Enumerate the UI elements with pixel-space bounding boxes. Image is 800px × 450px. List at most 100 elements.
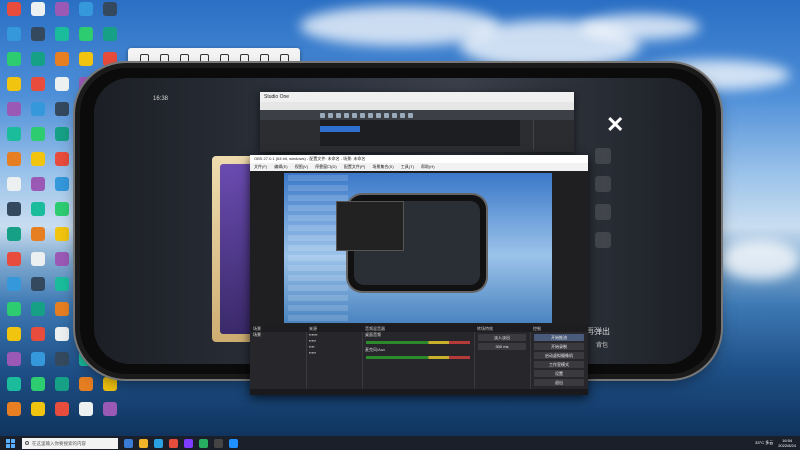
obs-menu-item[interactable]: 场景集合(S) <box>372 164 393 169</box>
desktop-app-icon[interactable] <box>2 102 26 116</box>
desktop-app-icon[interactable] <box>26 377 50 391</box>
editor-menubar[interactable] <box>260 102 574 110</box>
screenshot-toolbar[interactable] <box>128 48 300 68</box>
source-item[interactable]: ▪▪▪▪▪ <box>306 350 362 356</box>
desktop-app-icon[interactable] <box>50 2 74 16</box>
desktop-app-icon[interactable] <box>2 2 26 16</box>
obs-menu-item[interactable]: 帮助(H) <box>421 164 435 169</box>
close-icon[interactable]: ✕ <box>606 112 624 138</box>
obs-menu-item[interactable]: 视图(V) <box>295 164 308 169</box>
transition-select[interactable]: 淡入淡出 <box>478 334 526 341</box>
virtual-camera-button[interactable]: 启动虚拟摄像机 <box>534 352 584 359</box>
desktop-app-icon[interactable] <box>50 52 74 66</box>
exit-button[interactable]: 退出 <box>534 379 584 386</box>
desktop-app-icon[interactable] <box>2 177 26 191</box>
desktop-app-icon[interactable] <box>26 202 50 216</box>
desktop-app-icon[interactable] <box>50 227 74 241</box>
settings-button[interactable]: 设置 <box>534 370 584 377</box>
desktop-app-icon[interactable] <box>50 177 74 191</box>
desktop-app-icon[interactable] <box>26 352 50 366</box>
desktop-app-icon[interactable] <box>26 302 50 316</box>
desktop-app-icon[interactable] <box>50 377 74 391</box>
desktop-app-icon[interactable] <box>50 152 74 166</box>
duration-field[interactable]: 300 ms <box>478 343 526 350</box>
desktop-app-icon[interactable] <box>26 127 50 141</box>
desktop-app-icon[interactable] <box>50 252 74 266</box>
task-view-icon[interactable] <box>124 438 133 448</box>
start-button[interactable] <box>4 437 16 449</box>
obs-menu-item[interactable]: 停靠窗口(D) <box>315 164 337 169</box>
cart-icon[interactable] <box>279 53 289 63</box>
taskbar-search[interactable]: 在这里输入你要搜索的内容 <box>22 437 118 449</box>
scene-item[interactable]: 场景 <box>250 332 306 338</box>
obs-menu-item[interactable]: 工具(T) <box>401 164 414 169</box>
desktop-app-icon[interactable] <box>2 127 26 141</box>
editor-toolbar[interactable] <box>260 110 574 120</box>
desktop-app-icon[interactable] <box>74 52 98 66</box>
obs-window[interactable]: OBS 27.0.1 (64 bit, windows) - 配置文件: 未命名… <box>250 155 588 395</box>
desktop-app-icon[interactable] <box>98 27 122 41</box>
obs-preview[interactable] <box>284 173 552 323</box>
camera-icon[interactable] <box>159 53 169 63</box>
desktop-app-icon[interactable] <box>74 2 98 16</box>
weather-text[interactable]: 33°C 多云 <box>755 440 773 446</box>
desktop-app-icon[interactable] <box>26 402 50 416</box>
obs-menubar[interactable]: 文件(F) 编辑(E) 视图(V) 停靠窗口(D) 配置文件(P) 场景集合(S… <box>250 163 588 171</box>
desktop-app-icon[interactable] <box>98 402 122 416</box>
desktop-app-icon[interactable] <box>50 302 74 316</box>
desktop-app-icon[interactable] <box>26 227 50 241</box>
start-streaming-button[interactable]: 开始推流 <box>534 334 584 341</box>
obs-menu-item[interactable]: 文件(F) <box>254 164 267 169</box>
studio-mode-button[interactable]: 工作室模式 <box>534 361 584 368</box>
desktop-app-icon[interactable] <box>50 102 74 116</box>
desktop-app-icon[interactable] <box>2 202 26 216</box>
desktop-app-icon[interactable] <box>2 252 26 266</box>
desktop-app-icon[interactable] <box>98 2 122 16</box>
start-recording-button[interactable]: 开始录制 <box>534 343 584 350</box>
obs-menu-item[interactable]: 配置文件(P) <box>344 164 365 169</box>
desktop-app-icon[interactable] <box>50 277 74 291</box>
edge-icon[interactable] <box>154 438 163 448</box>
clock[interactable]: 16:54 2022/8/24 <box>778 438 796 448</box>
desktop-app-icon[interactable] <box>2 152 26 166</box>
desktop-app-icon[interactable] <box>2 377 26 391</box>
desktop-app-icon[interactable] <box>2 227 26 241</box>
desktop-app-icon[interactable] <box>26 152 50 166</box>
desktop-app-icon[interactable] <box>50 127 74 141</box>
crop-icon[interactable] <box>139 53 149 63</box>
screen-icon[interactable] <box>199 53 209 63</box>
desktop-app-icon[interactable] <box>2 77 26 91</box>
desktop-app-icon[interactable] <box>2 402 26 416</box>
desktop-app-icon[interactable] <box>74 27 98 41</box>
desktop-app-icon[interactable] <box>2 302 26 316</box>
volume-meter[interactable] <box>366 356 470 359</box>
desktop-app-icon[interactable] <box>50 77 74 91</box>
desktop-app-icon[interactable] <box>26 252 50 266</box>
desktop-app-icon[interactable] <box>74 377 98 391</box>
record-icon[interactable] <box>239 53 249 63</box>
desktop-app-icon[interactable] <box>26 102 50 116</box>
app-icon[interactable] <box>169 438 178 448</box>
app-icon[interactable] <box>184 438 193 448</box>
desktop-app-icon[interactable] <box>2 277 26 291</box>
file-explorer-icon[interactable] <box>139 438 148 448</box>
editor-timeline[interactable] <box>320 120 520 146</box>
desktop-app-icon[interactable] <box>2 327 26 341</box>
app-icon[interactable] <box>229 438 238 448</box>
volume-meter[interactable] <box>366 341 470 344</box>
app-icon[interactable] <box>199 438 208 448</box>
desktop-app-icon[interactable] <box>26 2 50 16</box>
desktop-app-icon[interactable] <box>26 177 50 191</box>
desktop-app-icon[interactable] <box>26 52 50 66</box>
obs-menu-item[interactable]: 编辑(E) <box>274 164 287 169</box>
obs-taskbar-icon[interactable] <box>214 438 223 448</box>
desktop-app-icon[interactable] <box>50 352 74 366</box>
desktop-app-icon[interactable] <box>2 352 26 366</box>
desktop-app-icon[interactable] <box>26 77 50 91</box>
desktop-app-icon[interactable] <box>50 327 74 341</box>
desktop-app-icon[interactable] <box>2 27 26 41</box>
desktop-app-icon[interactable] <box>74 402 98 416</box>
pen-icon[interactable] <box>219 53 229 63</box>
desktop-app-icon[interactable] <box>26 27 50 41</box>
desktop-app-icon[interactable] <box>2 52 26 66</box>
